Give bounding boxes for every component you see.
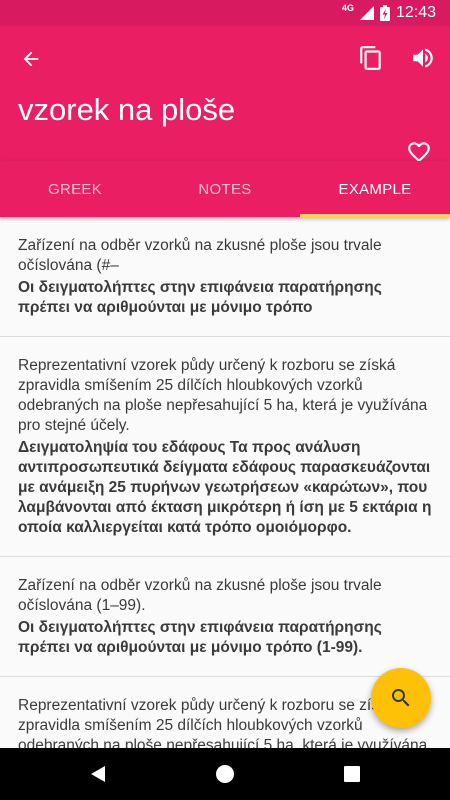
clock: 12:43 bbox=[395, 4, 436, 21]
nav-recents-icon[interactable] bbox=[340, 762, 364, 786]
example-translation-text: Οι δειγματολήπτες στην επιφάνεια παρατήρ… bbox=[18, 619, 382, 656]
system-nav-bar bbox=[0, 748, 450, 800]
volume-up-icon bbox=[413, 48, 433, 68]
list-item[interactable]: Reprezentativní vzorek půdy určený k roz… bbox=[0, 337, 450, 557]
tab-bar: GREEK NOTES EXAMPLE bbox=[0, 161, 450, 217]
nav-back-icon[interactable] bbox=[86, 762, 110, 786]
search-fab-button[interactable] bbox=[371, 668, 431, 728]
example-translation-text: Δειγματοληψία του εδάφους Τα προς ανάλυσ… bbox=[18, 439, 432, 536]
example-list[interactable]: Zařízení na odběr vzorků na zkusné ploše… bbox=[0, 217, 450, 748]
network-type-label: 4G bbox=[341, 3, 354, 13]
signal-icon bbox=[359, 6, 374, 20]
list-item[interactable]: Zařízení na odběr vzorků na zkusné ploše… bbox=[0, 217, 450, 337]
back-button[interactable] bbox=[14, 42, 48, 76]
example-source-text: Reprezentativní vzorek půdy určený k roz… bbox=[18, 697, 428, 748]
status-bar: 4G 12:43 bbox=[0, 0, 450, 26]
search-icon bbox=[392, 689, 410, 707]
tab-notes[interactable]: NOTES bbox=[150, 161, 300, 217]
example-source-text: Zařízení na odběr vzorků na zkusné ploše… bbox=[18, 237, 382, 274]
tab-greek[interactable]: GREEK bbox=[0, 161, 150, 217]
status-indicators: 4G 12:43 bbox=[342, 0, 436, 26]
battery-charging-icon bbox=[379, 5, 390, 21]
list-item[interactable]: Zařízení na odběr vzorků na zkusné ploše… bbox=[0, 557, 450, 677]
copy-button[interactable] bbox=[354, 41, 388, 75]
example-translation-text: Οι δειγματολήπτες στην επιφάνεια παρατήρ… bbox=[18, 279, 382, 316]
copy-icon bbox=[360, 46, 381, 70]
speak-button[interactable] bbox=[406, 41, 440, 75]
example-source-text: Zařízení na odběr vzorků na zkusné ploše… bbox=[18, 577, 382, 614]
app-bar: vzorek na ploše bbox=[0, 26, 450, 163]
tab-example[interactable]: EXAMPLE bbox=[300, 161, 450, 217]
arrow-back-icon bbox=[23, 51, 39, 67]
nav-home-icon[interactable] bbox=[213, 762, 237, 786]
page-title: vzorek na ploše bbox=[18, 92, 236, 127]
example-source-text: Reprezentativní vzorek půdy určený k roz… bbox=[18, 357, 428, 434]
